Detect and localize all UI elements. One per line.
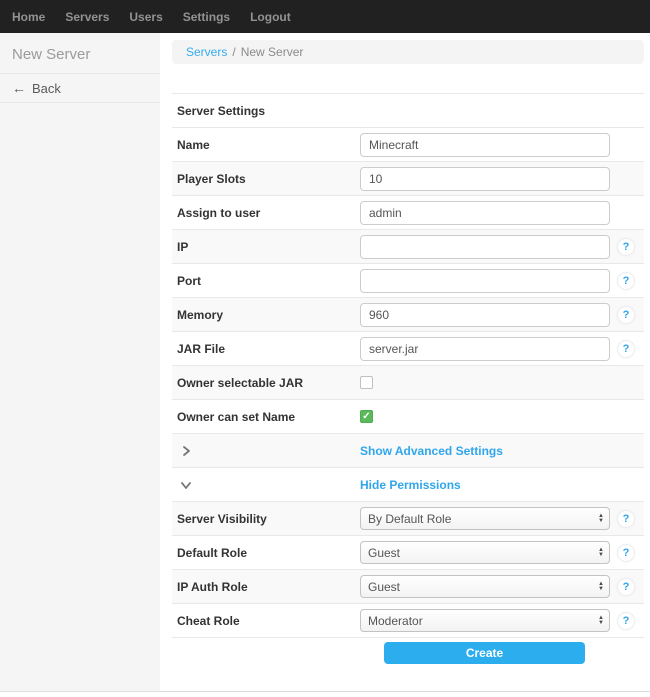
ip-label: IP	[177, 240, 360, 254]
server-visibility-select[interactable]: By Default Role	[360, 507, 610, 530]
assign-user-label: Assign to user	[177, 206, 360, 220]
ip-auth-role-label: IP Auth Role	[177, 580, 360, 594]
breadcrumb-separator: /	[232, 45, 235, 59]
cheat-role-help-icon[interactable]: ?	[617, 612, 635, 630]
memory-label: Memory	[177, 308, 360, 322]
assign-user-row: Assign to user	[172, 196, 644, 230]
port-label: Port	[177, 274, 360, 288]
nav-item-users[interactable]: Users	[119, 10, 172, 24]
page-body: New Server ← Back Servers / New Server S…	[0, 33, 650, 692]
owner-selectable-jar-row: Owner selectable JAR	[172, 366, 644, 400]
main-content: Servers / New Server Server Settings Nam…	[160, 33, 650, 691]
footer-strip	[0, 692, 650, 696]
nav-item-servers[interactable]: Servers	[55, 10, 119, 24]
memory-input[interactable]	[360, 303, 610, 327]
name-input[interactable]	[360, 133, 610, 157]
chevron-right-icon	[177, 445, 360, 457]
port-help-icon[interactable]: ?	[617, 272, 635, 290]
breadcrumb: Servers / New Server	[172, 40, 644, 64]
assign-to-user-input[interactable]	[360, 201, 610, 225]
create-button[interactable]: Create	[384, 642, 585, 664]
create-row: Create	[172, 638, 644, 668]
ip-auth-role-row: IP Auth Role Guest ▲▼ ?	[172, 570, 644, 604]
cheat-role-select[interactable]: Moderator	[360, 609, 610, 632]
owner-can-set-name-row: Owner can set Name	[172, 400, 644, 434]
advanced-settings-toggle-row: Show Advanced Settings	[172, 434, 644, 468]
server-settings-form: Server Settings Name Player Slots Assign…	[172, 93, 644, 668]
server-visibility-help-icon[interactable]: ?	[617, 510, 635, 528]
breadcrumb-servers-link[interactable]: Servers	[186, 45, 227, 59]
show-advanced-settings-link[interactable]: Show Advanced Settings	[360, 444, 503, 458]
name-row: Name	[172, 128, 644, 162]
nav-item-home[interactable]: Home	[2, 10, 55, 24]
owner-selectable-jar-label: Owner selectable JAR	[177, 376, 360, 390]
owner-can-set-name-checkbox[interactable]	[360, 410, 373, 423]
default-role-help-icon[interactable]: ?	[617, 544, 635, 562]
top-navbar: Home Servers Users Settings Logout	[0, 0, 650, 33]
player-slots-row: Player Slots	[172, 162, 644, 196]
breadcrumb-current: New Server	[241, 45, 304, 59]
ip-row: IP ?	[172, 230, 644, 264]
memory-row: Memory ?	[172, 298, 644, 332]
default-role-label: Default Role	[177, 546, 360, 560]
jar-file-label: JAR File	[177, 342, 360, 356]
nav-item-logout[interactable]: Logout	[240, 10, 301, 24]
server-visibility-label: Server Visibility	[177, 512, 360, 526]
player-slots-input[interactable]	[360, 167, 610, 191]
ip-input[interactable]	[360, 235, 610, 259]
ip-auth-role-help-icon[interactable]: ?	[617, 578, 635, 596]
default-role-select[interactable]: Guest	[360, 541, 610, 564]
name-label: Name	[177, 138, 360, 152]
back-arrow-icon: ←	[12, 80, 26, 96]
sidebar: New Server ← Back	[0, 33, 160, 691]
port-row: Port ?	[172, 264, 644, 298]
cheat-role-row: Cheat Role Moderator ▲▼ ?	[172, 604, 644, 638]
section-title: Server Settings	[177, 104, 360, 118]
ip-auth-role-select[interactable]: Guest	[360, 575, 610, 598]
owner-can-set-name-label: Owner can set Name	[177, 410, 360, 424]
chevron-down-icon	[177, 479, 360, 491]
hide-permissions-link[interactable]: Hide Permissions	[360, 478, 461, 492]
server-visibility-row: Server Visibility By Default Role ▲▼ ?	[172, 502, 644, 536]
ip-help-icon[interactable]: ?	[617, 238, 635, 256]
owner-selectable-jar-checkbox[interactable]	[360, 376, 373, 389]
default-role-row: Default Role Guest ▲▼ ?	[172, 536, 644, 570]
back-label: Back	[32, 81, 61, 96]
port-input[interactable]	[360, 269, 610, 293]
permissions-toggle-row: Hide Permissions	[172, 468, 644, 502]
back-link[interactable]: ← Back	[0, 73, 160, 103]
jar-file-input[interactable]	[360, 337, 610, 361]
jar-file-row: JAR File ?	[172, 332, 644, 366]
page-title: New Server	[0, 33, 160, 73]
jar-file-help-icon[interactable]: ?	[617, 340, 635, 358]
memory-help-icon[interactable]: ?	[617, 306, 635, 324]
cheat-role-label: Cheat Role	[177, 614, 360, 628]
nav-item-settings[interactable]: Settings	[173, 10, 240, 24]
player-slots-label: Player Slots	[177, 172, 360, 186]
section-header-row: Server Settings	[172, 94, 644, 128]
